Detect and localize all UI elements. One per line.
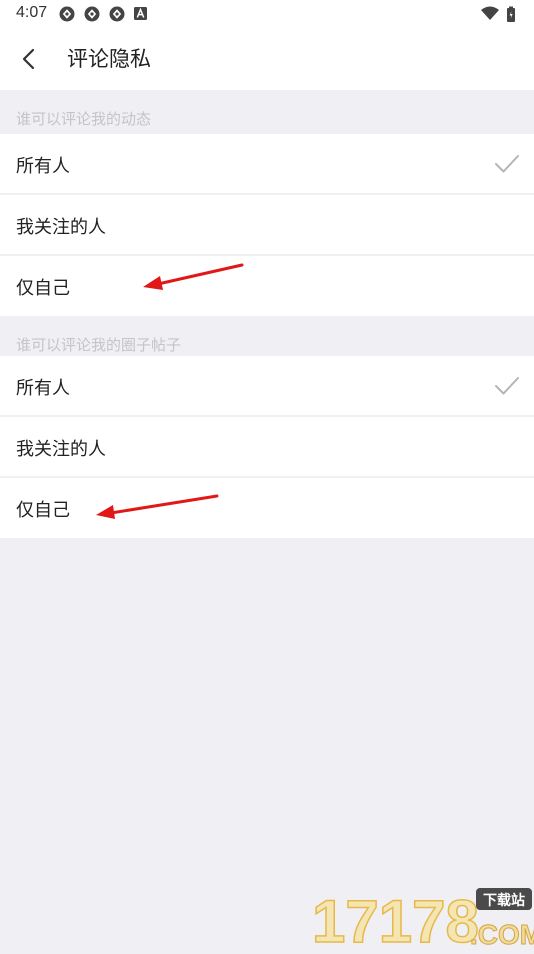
option-only-me-moments[interactable]: 仅自己 (0, 256, 534, 316)
watermark-suffix: .COM (470, 919, 534, 950)
battery-icon (507, 6, 515, 22)
chevron-left-icon[interactable] (18, 47, 40, 71)
watermark-brand: 17178 (312, 888, 479, 950)
watermark-logo: 17178 下载站 .COM (304, 884, 534, 954)
watermark-badge: 下载站 (483, 892, 525, 909)
option-following-circle[interactable]: 我关注的人 (0, 417, 534, 477)
option-label: 所有人 (16, 378, 70, 399)
option-everyone-circle[interactable]: 所有人 (0, 356, 534, 416)
option-label: 我关注的人 (16, 217, 106, 238)
option-label: 仅自己 (16, 278, 70, 299)
option-everyone-moments[interactable]: 所有人 (0, 134, 534, 194)
option-only-me-circle[interactable]: 仅自己 (0, 478, 534, 538)
status-right-icons (481, 6, 515, 22)
option-following-moments[interactable]: 我关注的人 (0, 195, 534, 255)
page-title: 评论隐私 (67, 47, 151, 71)
sync-icon (109, 6, 125, 22)
a-letter-icon (134, 7, 147, 20)
section-title: 谁可以评论我的动态 (16, 110, 152, 128)
sync-icon (59, 6, 75, 22)
check-icon (495, 377, 519, 395)
check-icon (495, 155, 519, 173)
option-label: 仅自己 (16, 500, 70, 521)
section-title: 谁可以评论我的圈子帖子 (16, 336, 182, 354)
option-label: 所有人 (16, 156, 70, 177)
section-header-moments: 谁可以评论我的动态 (0, 90, 534, 134)
sync-icon (84, 6, 100, 22)
wifi-icon (481, 6, 499, 20)
option-label: 我关注的人 (16, 439, 106, 460)
header: 评论隐私 (0, 28, 534, 90)
section-header-circle-posts: 谁可以评论我的圈子帖子 (0, 316, 534, 360)
status-time: 4:07 (16, 4, 48, 21)
status-bar: 4:07 (0, 0, 534, 28)
